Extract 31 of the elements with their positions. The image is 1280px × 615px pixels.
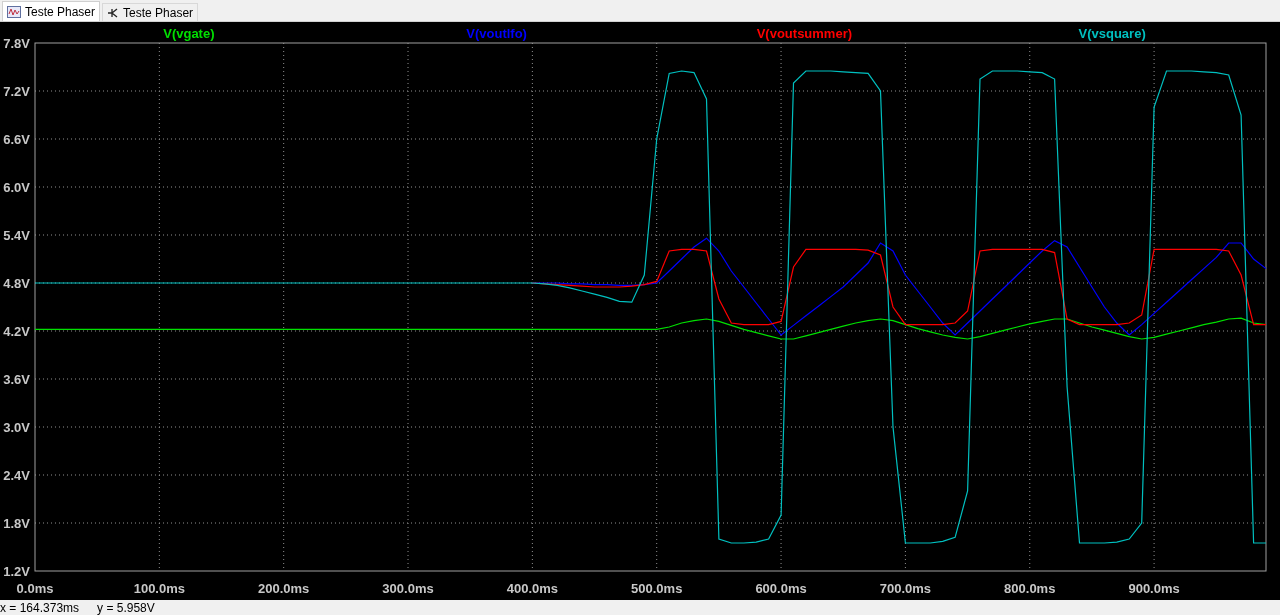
y-tick-label: 6.0V xyxy=(3,180,30,195)
schematic-icon xyxy=(107,6,120,19)
waveform-icon xyxy=(7,5,21,18)
x-tick-label: 400.0ms xyxy=(506,581,559,596)
x-tick-label: 200.0ms xyxy=(258,581,310,596)
y-tick-label: 2.4V xyxy=(3,468,30,483)
cursor-x-readout: x = 164.373ms xyxy=(0,601,80,614)
y-tick-label: 1.2V xyxy=(3,564,30,579)
x-tick-label: 500.0ms xyxy=(631,581,683,596)
y-tick-label: 7.8V xyxy=(3,36,30,51)
y-tick-label: 7.2V xyxy=(3,84,30,99)
trace-legend-label[interactable]: V(vsquare) xyxy=(1078,26,1146,41)
tab[interactable]: Teste Phaser xyxy=(2,1,101,21)
x-tick-label: 700.0ms xyxy=(879,581,932,596)
y-tick-label: 4.8V xyxy=(3,276,30,291)
x-tick-label: 800.0ms xyxy=(1004,581,1056,596)
x-tick-label: 300.0ms xyxy=(382,581,434,596)
x-tick-label: 900.0ms xyxy=(1128,581,1180,596)
trace-legend-label[interactable]: V(voutsummer) xyxy=(756,26,853,41)
x-tick-label: 100.0ms xyxy=(133,581,185,596)
tab[interactable]: Teste Phaser xyxy=(102,3,199,21)
cursor-y-readout: y = 5.958V xyxy=(97,601,155,614)
y-tick-label: 3.6V xyxy=(3,372,30,387)
y-tick-label: 3.0V xyxy=(3,420,30,435)
y-tick-label: 6.6V xyxy=(3,132,30,147)
trace-legend-label[interactable]: V(vgate) xyxy=(163,26,215,41)
y-tick-label: 5.4V xyxy=(3,228,30,243)
y-tick-label: 1.8V xyxy=(3,516,30,531)
x-tick-label: 0.0ms xyxy=(16,581,54,596)
x-tick-label: 600.0ms xyxy=(755,581,807,596)
y-tick-label: 4.2V xyxy=(3,324,30,339)
